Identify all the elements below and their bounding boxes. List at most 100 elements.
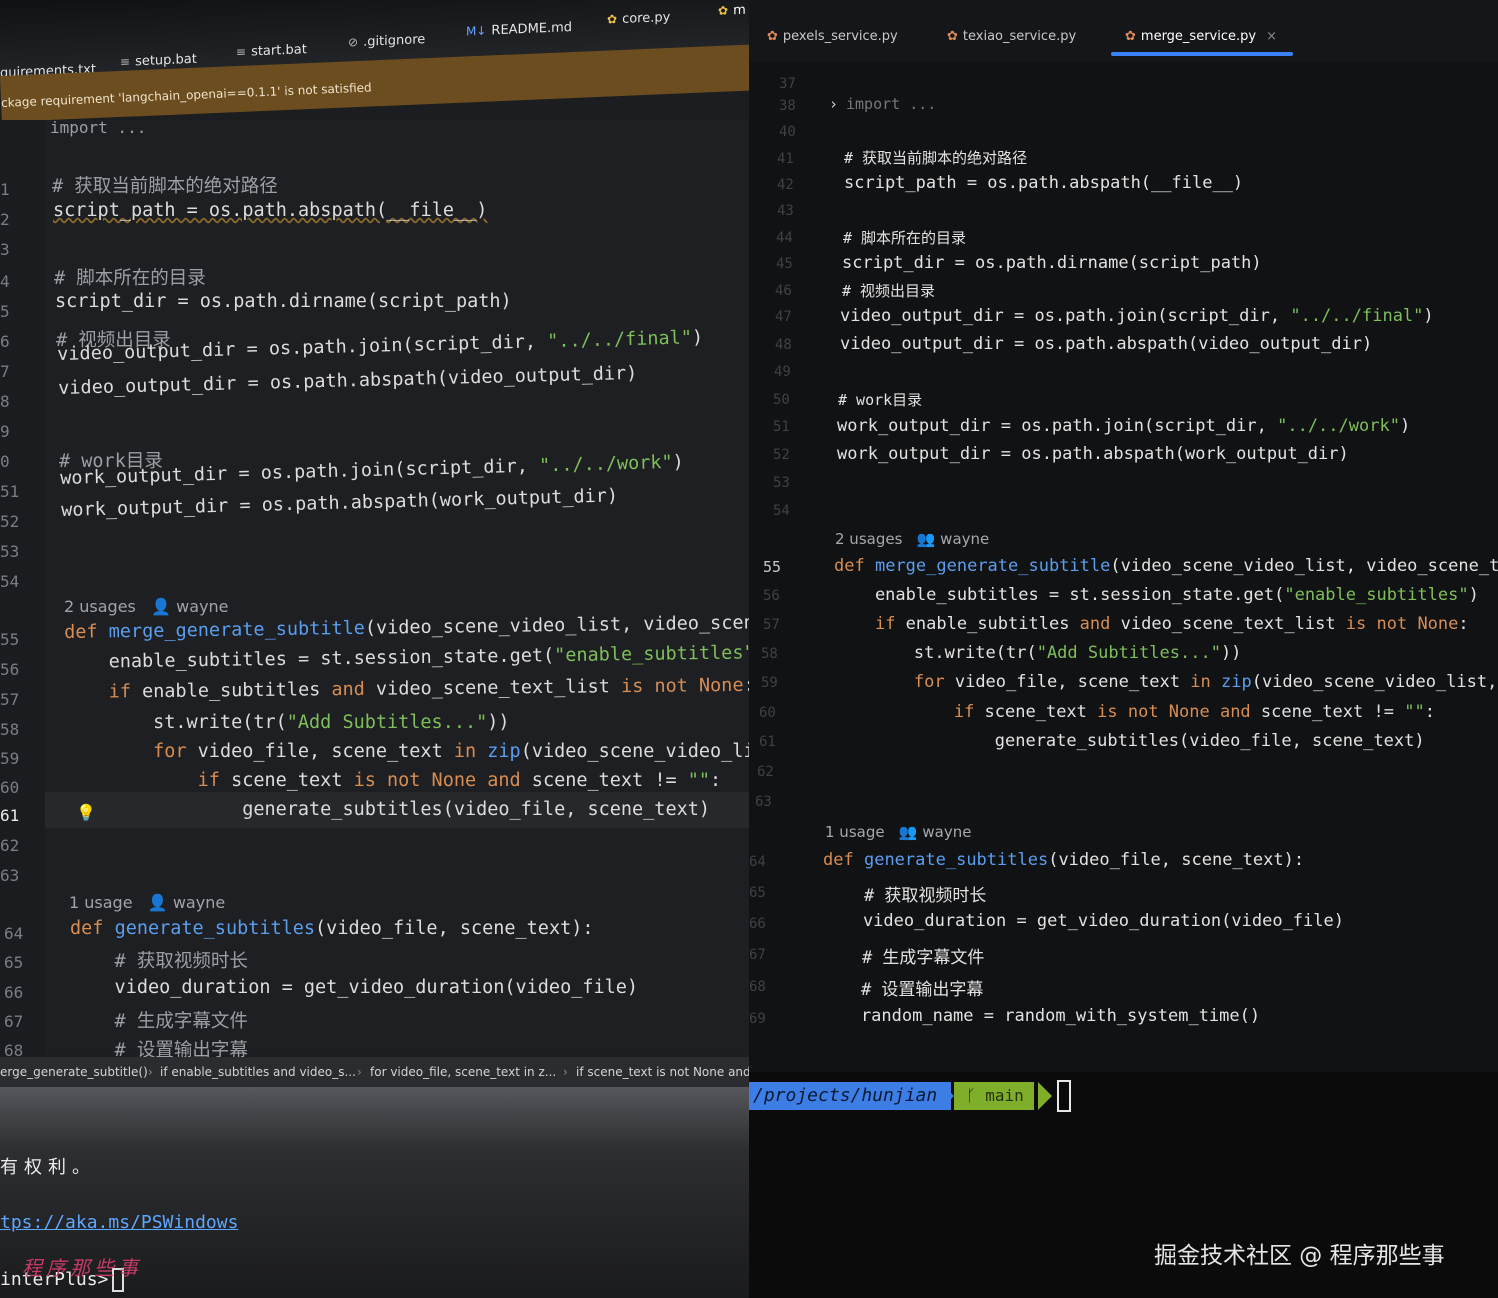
- code-line[interactable]: def generate_subtitles(video_file, scene…: [823, 850, 1304, 870]
- usages-hint[interactable]: 1 usage 👤 wayne: [69, 893, 225, 912]
- line-number: 44: [776, 230, 793, 246]
- usages-hint[interactable]: 2 usages 👤 wayne: [64, 597, 229, 616]
- code-line[interactable]: # 生成字幕文件: [821, 943, 984, 968]
- line-number: 1: [0, 180, 10, 199]
- code-line[interactable]: work_output_dir = os.path.join(script_di…: [837, 416, 1410, 436]
- code-line[interactable]: # 视频出目录: [842, 280, 935, 301]
- line-number: 69: [749, 1011, 766, 1027]
- tab-label: setup.bat: [135, 51, 197, 70]
- usages-hint[interactable]: 1 usage 👥 wayne: [825, 823, 971, 841]
- code-line[interactable]: def merge_generate_subtitle(video_scene_…: [834, 556, 1498, 576]
- line-number: 4: [0, 272, 10, 291]
- line-number: 40: [779, 124, 796, 140]
- code-line[interactable]: enable_subtitles = st.session_state.get(…: [834, 585, 1479, 605]
- code-line[interactable]: # 脚本所在的目录: [54, 264, 206, 290]
- line-number: 55: [763, 558, 782, 576]
- tab-readme[interactable]: M↓ README.md: [466, 20, 572, 39]
- line-number: 60: [0, 778, 20, 797]
- code-line[interactable]: script_dir = os.path.dirname(script_path…: [55, 291, 512, 312]
- tab-merge-service[interactable]: ✿ merge_service.py ×: [1125, 29, 1277, 44]
- python-icon: ✿: [947, 29, 958, 44]
- terminal-link[interactable]: tps://aka.ms/PSWindows: [0, 1212, 238, 1233]
- line-number: 56: [0, 660, 20, 679]
- line-number: 64: [749, 854, 766, 870]
- code-line[interactable]: for video_file, scene_text in zip(video_…: [64, 741, 749, 762]
- code-line[interactable]: # 获取视频时长: [823, 881, 986, 906]
- code-line[interactable]: st.write(tr("Add Subtitles...")): [832, 643, 1242, 663]
- code-line[interactable]: if scene_text is not None and scene_text…: [831, 702, 1435, 722]
- line-number: 45: [776, 256, 793, 272]
- line-number: 9: [0, 422, 10, 441]
- code-line[interactable]: video_duration = get_video_duration(vide…: [70, 977, 639, 998]
- line-number: 67: [749, 947, 766, 963]
- code-line-current[interactable]: generate_subtitles(video_file, scene_tex…: [64, 799, 710, 820]
- tab-pexels-service[interactable]: ✿ pexels_service.py: [767, 29, 898, 44]
- line-number: 53: [0, 542, 20, 561]
- code-line[interactable]: video_output_dir = os.path.join(script_d…: [840, 306, 1434, 326]
- tab-core-py[interactable]: ✿ core.py: [607, 10, 670, 28]
- code-line[interactable]: random_name = random_with_system_time(): [820, 1006, 1260, 1026]
- code-line[interactable]: generate_subtitles(video_file, scene_tex…: [831, 731, 1425, 751]
- tab-label: texiao_service.py: [962, 29, 1077, 44]
- line-number: 50: [773, 392, 790, 408]
- code-line[interactable]: script_path = os.path.abspath(__file__): [844, 173, 1243, 193]
- branch-name: main: [985, 1086, 1024, 1105]
- lines-icon: ≡: [120, 54, 131, 69]
- tab-label: pexels_service.py: [782, 29, 898, 44]
- usages-hint[interactable]: 2 usages 👥 wayne: [835, 530, 989, 548]
- code-line[interactable]: st.write(tr("Add Subtitles...")): [64, 712, 509, 733]
- chevron-right-icon: ›: [357, 1065, 362, 1079]
- line-number: 62: [757, 764, 774, 780]
- line-number: 67: [4, 1012, 24, 1031]
- author-name: wayne: [940, 530, 990, 548]
- breadcrumb-item[interactable]: if enable_subtitles and video_s...: [160, 1065, 356, 1079]
- breadcrumb-item[interactable]: if scene_text is not None and: [576, 1065, 749, 1079]
- git-branch-icon: ᚴ: [966, 1086, 976, 1105]
- line-number: 66: [749, 916, 766, 932]
- python-icon: ✿: [718, 3, 729, 18]
- code-line[interactable]: if scene_text is not None and scene_text…: [64, 770, 722, 791]
- code-line[interactable]: # 获取视频时长: [70, 947, 248, 973]
- code-line[interactable]: script_path = os.path.abspath(__file__): [53, 200, 487, 221]
- code-line[interactable]: # work目录: [838, 389, 922, 410]
- code-line[interactable]: # 脚本所在的目录: [843, 227, 966, 248]
- python-icon: ✿: [1125, 29, 1136, 44]
- code-line[interactable]: video_duration = get_video_duration(vide…: [822, 911, 1344, 931]
- code-line-import[interactable]: import ...: [50, 118, 146, 137]
- tab-start-bat[interactable]: ≡ start.bat: [236, 42, 307, 60]
- code-line[interactable]: # 获取当前脚本的绝对路径: [52, 172, 278, 198]
- line-number: 48: [775, 337, 792, 353]
- warning-text: ckage requirement 'langchain_openai==0.1…: [0, 80, 372, 110]
- code-line[interactable]: if enable_subtitles and video_scene_text…: [834, 614, 1469, 634]
- tab-merge-service[interactable]: ✿ m: [718, 3, 746, 19]
- code-line[interactable]: work_output_dir = os.path.abspath(work_o…: [837, 444, 1349, 464]
- ignore-icon: ⊘: [348, 34, 359, 50]
- line-number: 2: [0, 210, 10, 229]
- markdown-icon: M↓: [466, 23, 487, 39]
- code-line[interactable]: script_dir = os.path.dirname(script_path…: [842, 253, 1262, 273]
- line-number: 37: [779, 76, 796, 92]
- active-tab-indicator: [1111, 52, 1293, 56]
- left-editor[interactable]: [0, 120, 749, 1055]
- code-line[interactable]: # 获取当前脚本的绝对路径: [844, 147, 1027, 168]
- tab-texiao-service[interactable]: ✿ texiao_service.py: [947, 29, 1076, 44]
- line-number: 46: [775, 283, 792, 299]
- breadcrumb-item[interactable]: erge_generate_subtitle(): [0, 1065, 148, 1079]
- code-line[interactable]: # 生成字幕文件: [70, 1007, 248, 1033]
- line-number: 5: [0, 302, 10, 321]
- code-line[interactable]: for video_file, scene_text in zip(video_…: [832, 672, 1497, 692]
- fold-chevron-icon[interactable]: ›: [829, 95, 838, 113]
- tab-gitignore[interactable]: ⊘ .gitignore: [348, 32, 425, 50]
- powerline-separator: [940, 1082, 954, 1110]
- code-line[interactable]: video_output_dir = os.path.abspath(video…: [840, 334, 1372, 354]
- tab-label: start.bat: [251, 42, 307, 60]
- code-line[interactable]: # 设置输出字幕: [820, 975, 983, 1000]
- line-number: 56: [763, 588, 780, 604]
- code-line[interactable]: def generate_subtitles(video_file, scene…: [70, 918, 594, 939]
- terminal-cursor: [1057, 1080, 1071, 1112]
- breadcrumb-item[interactable]: for video_file, scene_text in z...: [370, 1065, 556, 1079]
- right-ide-photo: ✿ pexels_service.py ✿ texiao_service.py ✿ m…: [749, 0, 1498, 1298]
- code-line-import[interactable]: import ...: [846, 95, 936, 113]
- close-icon[interactable]: ×: [1266, 29, 1277, 44]
- line-number-current: 61: [0, 806, 20, 825]
